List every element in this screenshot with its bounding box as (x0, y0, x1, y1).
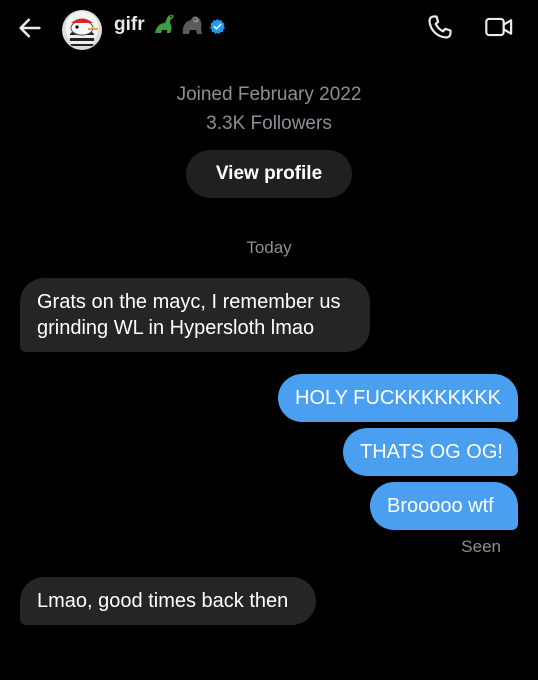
message-sent-2[interactable]: THATS OG OG! (343, 428, 518, 476)
message-sent-3[interactable]: Brooooo wtf (370, 482, 518, 530)
avatar-image (70, 18, 98, 46)
avatar[interactable] (62, 10, 102, 50)
contact-name[interactable]: gifr (114, 14, 145, 36)
video-call-icon[interactable] (484, 13, 514, 41)
gorilla-emoji-icon (182, 16, 202, 34)
view-profile-button[interactable]: View profile (186, 150, 352, 198)
seen-receipt: Seen (461, 537, 501, 556)
message-received-2[interactable]: Lmao, good times back then (20, 577, 316, 625)
conversation-header: gifr (0, 0, 538, 56)
verified-badge-icon (210, 19, 225, 35)
dinosaur-emoji-icon (155, 14, 174, 34)
message-sent-1[interactable]: HOLY FUCKKKKKKKK (278, 374, 518, 422)
back-arrow-icon[interactable] (16, 14, 44, 42)
joined-date: Joined February 2022 (176, 84, 362, 105)
date-separator: Today (246, 238, 292, 257)
followers-count: 3.3K Followers (206, 113, 332, 134)
message-received-1[interactable]: Grats on the mayc, I remember us grindin… (20, 278, 370, 352)
phone-call-icon[interactable] (426, 13, 454, 41)
